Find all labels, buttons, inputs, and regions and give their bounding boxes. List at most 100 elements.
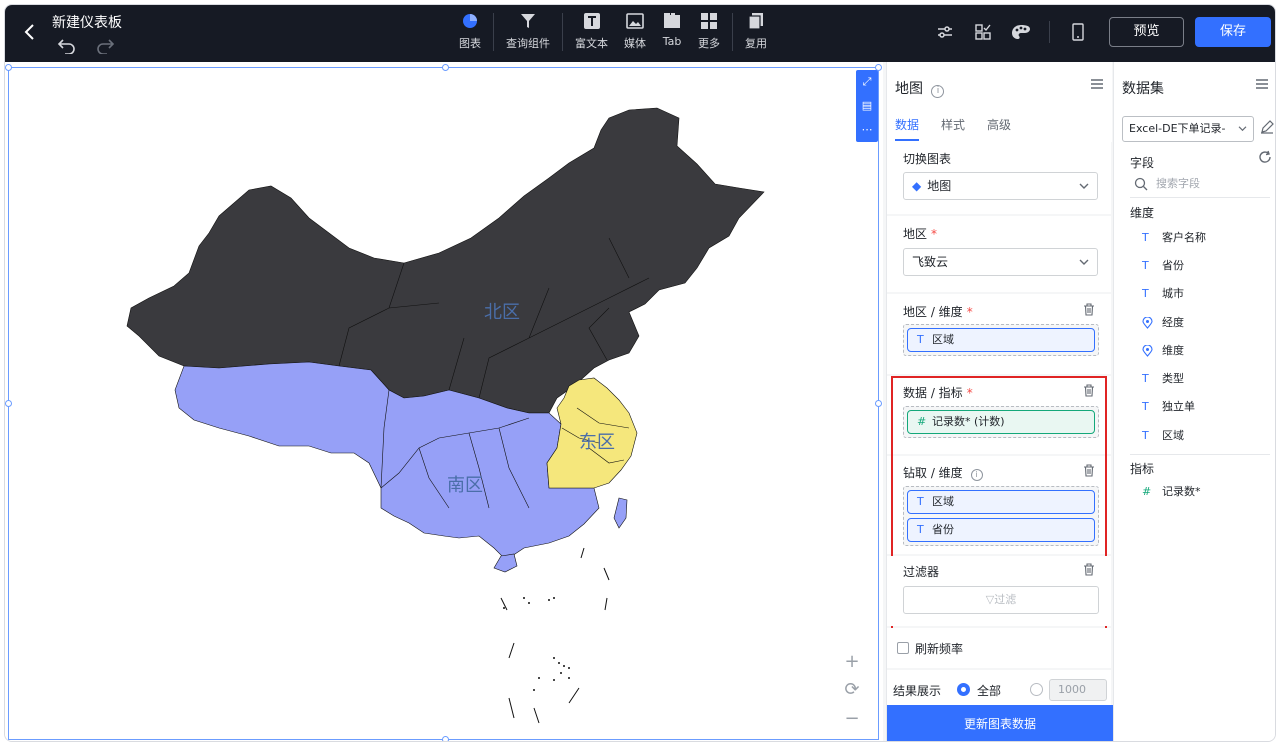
dimension-field[interactable]: T 城市: [1140, 284, 1184, 304]
layout-components-icon[interactable]: [973, 21, 993, 43]
resize-handle[interactable]: [442, 736, 449, 741]
mobile-view-icon[interactable]: [1068, 21, 1088, 43]
china-map-chart[interactable]: 北区 东区 南区: [9, 68, 880, 741]
resize-handle[interactable]: [442, 64, 449, 71]
zoom-in-icon[interactable]: +: [844, 651, 859, 672]
resize-handle[interactable]: [5, 400, 12, 407]
refresh-icon[interactable]: [1258, 150, 1272, 164]
more-dots-icon[interactable]: ⋯: [862, 124, 873, 136]
dashboard-title[interactable]: 新建仪表板: [52, 12, 122, 32]
dataset-select-value: Excel-DE下单记录-: [1129, 122, 1226, 135]
fields-heading: 字段: [1130, 156, 1155, 170]
map-region-south-island: [493, 553, 518, 573]
dimension-field[interactable]: T 独立单: [1140, 397, 1195, 417]
info-icon[interactable]: i: [931, 85, 945, 98]
selected-chart-frame[interactable]: 北区 东区 南区: [8, 67, 879, 740]
dashboard-canvas: 北区 东区 南区 ⤢ ▤ ⋯ + ⟳ −: [5, 62, 883, 741]
dataset-panel: 数据集 Excel-DE下单记录- 字段 搜索字段 维度 T 客户名称 T 省份 T…: [1113, 62, 1275, 741]
tool-label: Tab: [662, 35, 682, 48]
grid-more-icon: [699, 11, 719, 31]
tool-more[interactable]: 更多: [690, 11, 728, 51]
dimension-field[interactable]: T 类型: [1140, 369, 1184, 389]
rich-text-icon: [582, 11, 602, 31]
dimension-field[interactable]: 维度: [1140, 341, 1184, 361]
metric-field[interactable]: # 记录数*: [1140, 482, 1201, 502]
location-pin-icon: [1142, 341, 1153, 364]
tool-chart[interactable]: 图表: [451, 11, 489, 51]
tool-label: 媒体: [624, 37, 646, 50]
tab-style[interactable]: 样式: [941, 116, 965, 141]
region-label: 地区 *: [903, 227, 938, 241]
map-region-taiwan: [613, 497, 628, 529]
dimension-chip[interactable]: T 区域: [907, 328, 1095, 352]
map-label-north: 北区: [484, 302, 520, 323]
panel-title: 地图 i: [895, 78, 945, 98]
trash-icon[interactable]: [1083, 303, 1095, 316]
region-select[interactable]: 飞致云: [903, 248, 1098, 276]
collapse-panel-icon[interactable]: [1090, 76, 1104, 90]
refresh-checkbox[interactable]: [897, 642, 909, 654]
config-tabs: 数据 样式 高级: [895, 116, 1011, 141]
top-toolbar: 新建仪表板 图表 查询组件 富文本 媒体 Tab 更多 复用 预览 保存: [5, 5, 1275, 62]
back-icon[interactable]: [19, 21, 41, 43]
result-all-radio[interactable]: [957, 683, 970, 696]
dimension-field[interactable]: T 省份: [1140, 256, 1184, 276]
preview-button[interactable]: 预览: [1109, 17, 1184, 47]
chevron-down-icon: [1238, 125, 1247, 132]
expand-icon[interactable]: ⤢: [863, 76, 872, 88]
reset-zoom-icon[interactable]: ⟳: [844, 679, 859, 700]
region-section: 地区 * 飞致云: [887, 216, 1111, 292]
result-limit-input[interactable]: 1000: [1049, 679, 1107, 701]
theme-palette-icon[interactable]: [1011, 21, 1031, 43]
map-chart-icon: ◆: [912, 179, 922, 193]
result-display-label: 结果展示: [893, 684, 942, 698]
chart-type-value: 地图: [927, 179, 952, 193]
chart-type-select[interactable]: ◆ 地图: [903, 172, 1098, 200]
tool-label: 富文本: [575, 37, 608, 50]
switch-chart-section: 切换图表 ◆ 地图: [887, 142, 1111, 214]
config-scroll-area: 切换图表 ◆ 地图 地区 * 飞致云 地区 / 维度 * T 区域 数据 / 指…: [887, 142, 1113, 741]
tool-reuse[interactable]: 复用: [737, 11, 775, 51]
result-display-section: 结果展示 全部 1000: [887, 670, 1111, 708]
filter-funnel-icon: [518, 11, 538, 31]
filter-label: 过滤器: [903, 565, 940, 579]
map-label-east: 东区: [579, 432, 615, 453]
tab-data[interactable]: 数据: [895, 116, 920, 141]
chart-side-toolbar: ⤢ ▤ ⋯: [856, 70, 878, 142]
tab-advanced[interactable]: 高级: [987, 116, 1011, 141]
dimension-field[interactable]: T 区域: [1140, 426, 1184, 446]
map-zoom-control: + ⟳ −: [838, 647, 866, 733]
dataset-select[interactable]: Excel-DE下单记录-: [1122, 116, 1254, 142]
add-filter-button[interactable]: ▽过滤: [903, 586, 1099, 614]
undo-icon[interactable]: [57, 36, 77, 55]
field-search-input[interactable]: 搜索字段: [1130, 174, 1270, 198]
dimension-field[interactable]: 经度: [1140, 313, 1184, 333]
save-button[interactable]: 保存: [1195, 17, 1271, 47]
sliders-settings-icon[interactable]: [935, 21, 955, 43]
chevron-down-icon: [1079, 183, 1089, 189]
tool-label: 更多: [698, 37, 720, 50]
chevron-down-icon: [1079, 259, 1089, 265]
filter-funnel-icon: ▽: [985, 593, 995, 606]
resize-handle[interactable]: [875, 400, 882, 407]
tool-query-component[interactable]: 查询组件: [498, 11, 558, 51]
app-window: 新建仪表板 图表 查询组件 富文本 媒体 Tab 更多 复用 预览 保存 北区 …: [4, 4, 1276, 742]
dimension-drop-zone[interactable]: T 区域: [903, 324, 1099, 356]
tool-tab[interactable]: Tab: [654, 11, 690, 48]
collapse-panel-icon[interactable]: [1255, 76, 1269, 90]
dimension-field[interactable]: T 客户名称: [1140, 228, 1206, 248]
edit-pencil-icon[interactable]: [1260, 120, 1274, 134]
tool-label: 查询组件: [506, 37, 550, 50]
region-value: 飞致云: [912, 255, 949, 269]
tool-rich-text[interactable]: 富文本: [567, 11, 616, 51]
resize-handle[interactable]: [5, 64, 12, 71]
tool-label: 复用: [745, 37, 767, 50]
result-limit-radio[interactable]: [1030, 683, 1043, 696]
redo-icon[interactable]: [95, 36, 115, 55]
zoom-out-icon[interactable]: −: [844, 708, 859, 729]
details-doc-icon[interactable]: ▤: [862, 100, 872, 112]
switch-chart-label: 切换图表: [903, 152, 952, 166]
tool-media[interactable]: 媒体: [616, 11, 654, 51]
update-chart-data-button[interactable]: 更新图表数据: [887, 705, 1113, 741]
trash-icon[interactable]: [1083, 563, 1095, 576]
